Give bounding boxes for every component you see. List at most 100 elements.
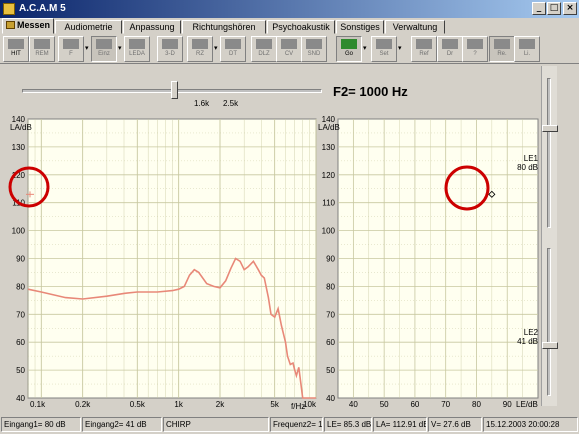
frequency-plot-grid xyxy=(27,119,317,398)
tab-audiometrie[interactable]: Audiometrie xyxy=(55,20,122,34)
le1-slider-track[interactable] xyxy=(547,78,551,228)
tab-richtungshoeren[interactable]: Richtungshören xyxy=(182,20,266,34)
x-tick-label: 90 xyxy=(503,400,512,409)
rem-icon xyxy=(34,39,50,49)
dlz-button[interactable]: DLZ xyxy=(251,36,277,62)
leda-button[interactable]: LEDA xyxy=(124,36,150,62)
toolbar-label: HIT xyxy=(11,51,21,57)
rz-icon xyxy=(192,39,208,49)
einz-button[interactable]: Einz xyxy=(91,36,117,62)
maximize-button[interactable]: □ xyxy=(547,2,561,15)
set-dropdown-arrow[interactable]: ▾ xyxy=(398,44,402,52)
x-tick-label: 70 xyxy=(441,400,450,409)
le1-slider-thumb[interactable] xyxy=(542,125,558,132)
toolbar-label: Go xyxy=(344,51,353,57)
tab-verwaltung[interactable]: Verwaltung xyxy=(385,20,445,34)
toolbar-label: SND xyxy=(307,51,321,57)
right-ear-button[interactable]: Re. xyxy=(489,36,515,62)
tab-sonstiges[interactable]: Sonstiges xyxy=(336,20,384,34)
tools-icon xyxy=(376,39,392,49)
le2-label: LE2 xyxy=(523,328,538,337)
y-tick-label: 130 xyxy=(12,143,26,152)
f-button[interactable]: F xyxy=(58,36,84,62)
toolbar-label: F xyxy=(69,51,73,57)
go-icon xyxy=(341,39,357,49)
toolbar-label: Einz xyxy=(98,51,110,57)
y-tick-label: 120 xyxy=(12,171,26,180)
rz-button[interactable]: RZ xyxy=(187,36,213,62)
cv-button[interactable]: CV xyxy=(276,36,302,62)
print-button[interactable]: Dr xyxy=(437,36,463,62)
toolbar-label: LEDA xyxy=(129,51,145,57)
tab-label: Richtungshören xyxy=(192,22,256,32)
toolbar-label: Dr xyxy=(446,51,454,57)
toolbar-label: DT xyxy=(229,51,237,57)
snd-button[interactable]: SND xyxy=(301,36,327,62)
rem-button[interactable]: REM xyxy=(29,36,55,62)
status-la: LA= 112.91 dB xyxy=(373,417,427,432)
y-tick-label: 60 xyxy=(16,338,25,347)
tab-psychoakustik[interactable]: Psychoakustik xyxy=(267,20,335,34)
help-button[interactable]: ? xyxy=(462,36,488,62)
y-tick-label: 140 xyxy=(12,115,26,124)
y-tick-label: 70 xyxy=(16,310,25,319)
status-v: V= 27.6 dB xyxy=(428,417,482,432)
hit-button[interactable]: HIT xyxy=(3,36,29,62)
io-plot-ticks: 140 130 120 110 100 90 80 70 60 50 40 40 50 60 70 80 90 xyxy=(322,115,513,409)
le1-value: 80 dB xyxy=(517,163,538,172)
status-bar: Eingang1= 80 dB Eingang2= 41 dB CHIRP Fr… xyxy=(0,415,579,434)
highlight-circle xyxy=(8,166,50,208)
tab-label: Sonstiges xyxy=(340,22,380,32)
y-tick-label: 80 xyxy=(16,282,25,291)
y-axis-label: LA/dB xyxy=(10,123,32,132)
toolbar-label: Set xyxy=(379,51,389,57)
3d-button[interactable]: 3-D xyxy=(157,36,183,62)
le2-value: 41 dB xyxy=(517,337,538,346)
glasses-icon xyxy=(416,39,432,49)
help-icon xyxy=(467,39,483,49)
x-tick-label: 40 xyxy=(349,400,358,409)
dt-button[interactable]: DT xyxy=(220,36,246,62)
toolbar-label: RZ xyxy=(196,51,204,57)
ref-button[interactable]: Ref xyxy=(411,36,437,62)
f-dropdown-arrow[interactable]: ▾ xyxy=(85,44,89,52)
printer-icon xyxy=(442,39,458,49)
le2-slider-track[interactable] xyxy=(547,248,551,396)
f-icon xyxy=(63,39,79,49)
frequency-readout: F2= 1000 Hz xyxy=(333,84,408,99)
rz-dropdown-arrow[interactable]: ▾ xyxy=(214,44,218,52)
tab-label: Anpassung xyxy=(129,22,175,32)
frequency-slider-thumb[interactable] xyxy=(171,81,178,99)
toolbar-label: Ref xyxy=(419,51,429,57)
tab-messen[interactable]: Messen xyxy=(2,18,54,34)
left-ear-button[interactable]: Li. xyxy=(514,36,540,62)
app-icon xyxy=(3,3,15,15)
right-ear-icon xyxy=(494,39,510,49)
x-tick-label: 50 xyxy=(380,400,389,409)
dt-icon xyxy=(225,39,241,49)
x-tick-label: 1k xyxy=(174,400,183,409)
highlight-circle xyxy=(444,165,490,211)
einz-dropdown-arrow[interactable]: ▾ xyxy=(118,44,122,52)
y-tick-label: 90 xyxy=(326,255,335,264)
le2-slider-thumb[interactable] xyxy=(542,342,558,350)
go-button[interactable]: Go xyxy=(336,36,362,62)
status-eingang1: Eingang1= 80 dB xyxy=(1,417,81,432)
go-dropdown-arrow[interactable]: ▾ xyxy=(363,44,367,52)
close-button[interactable]: × xyxy=(563,2,577,15)
y-tick-label: 120 xyxy=(322,171,336,180)
frequency-response-line xyxy=(27,257,316,399)
minimize-button[interactable]: _ xyxy=(532,2,546,15)
y-tick-label: 50 xyxy=(326,366,335,375)
tab-anpassung[interactable]: Anpassung xyxy=(123,20,181,34)
einz-icon xyxy=(96,39,112,49)
y-tick-label: 50 xyxy=(16,366,25,375)
status-le: LE= 85.3 dB xyxy=(324,417,372,432)
y-tick-label: 70 xyxy=(326,310,335,319)
slider-tick-label: 2.5k xyxy=(223,99,239,108)
toolbar-label: 3-D xyxy=(165,51,175,57)
le1-label: LE1 xyxy=(523,154,538,163)
set-button[interactable]: Set xyxy=(371,36,397,62)
x-tick-label: 2k xyxy=(216,400,225,409)
data-point xyxy=(488,190,496,198)
